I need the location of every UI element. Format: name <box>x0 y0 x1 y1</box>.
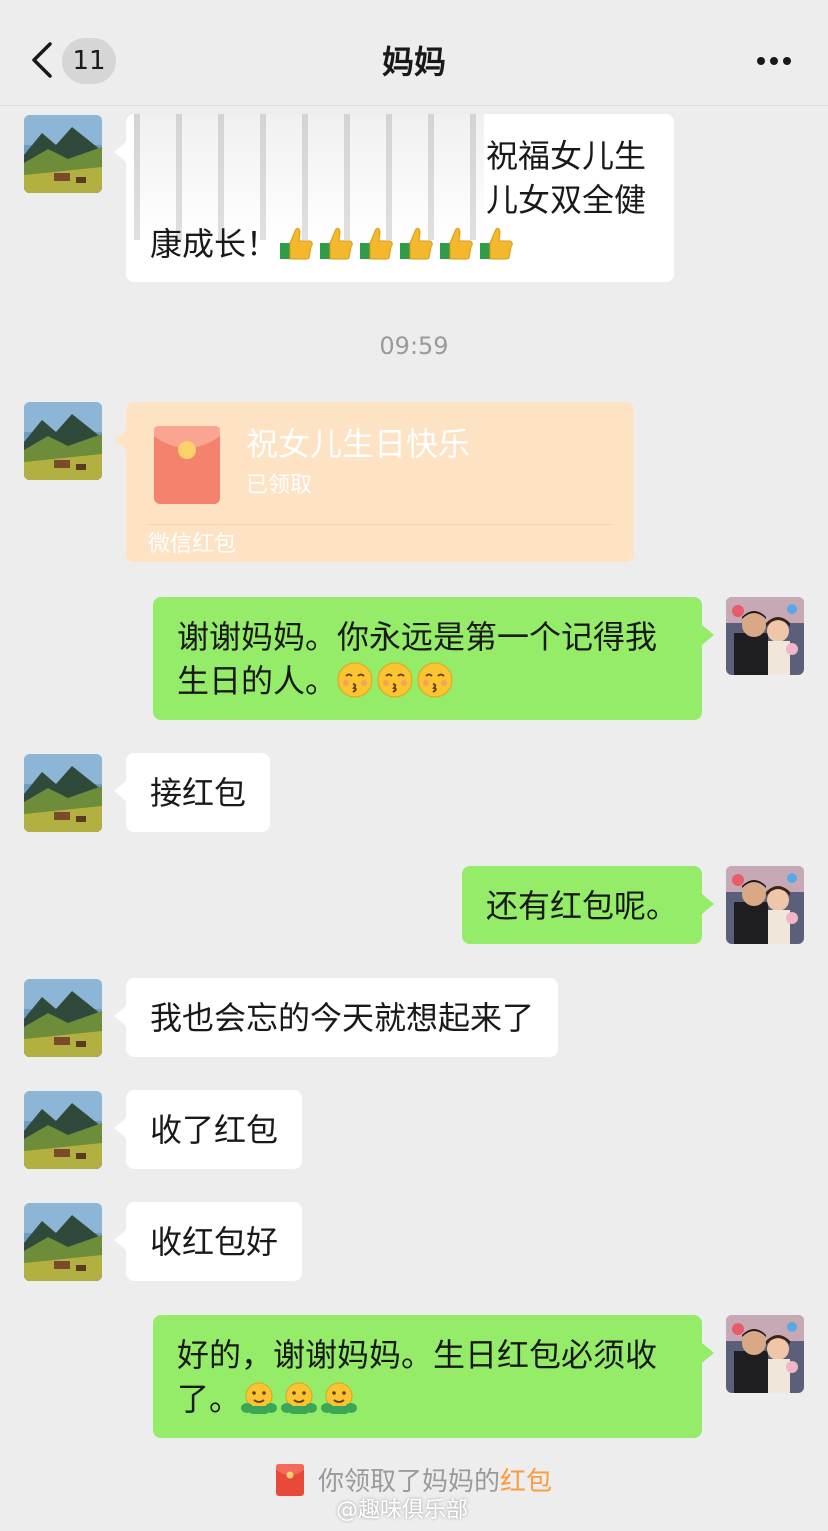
avatar-mom[interactable] <box>24 115 102 193</box>
message-text: 了。 <box>177 1380 242 1418</box>
message-bubble-me-2[interactable]: 还有红包呢。 <box>461 866 715 944</box>
message-text-line: 了。 <box>177 1377 678 1421</box>
avatar-me[interactable] <box>726 1315 804 1393</box>
message-text: 我也会忘的今天就想起来了 <box>150 999 535 1037</box>
message-bubble-me-1[interactable]: 谢谢妈妈。你永远是第一个记得我 生日的人。 <box>153 597 714 720</box>
chat-title: 妈妈 <box>381 43 446 81</box>
watermark: @趣味俱乐部 <box>336 1496 468 1526</box>
message-text-line: 好的，谢谢妈妈。生日红包必须收 <box>177 1336 658 1374</box>
message-bubble-mom-4[interactable]: 收了红包 <box>113 1090 303 1169</box>
mom-avatar-image <box>24 754 102 832</box>
red-packet-link[interactable]: 红包 <box>500 1467 552 1497</box>
system-notice-text: 你领取了妈妈的 <box>317 1467 500 1497</box>
mom-avatar-image <box>24 1091 102 1169</box>
mom-avatar-image <box>24 115 102 193</box>
message-text-line: 祝福女儿生 <box>486 137 647 175</box>
message-text: 接红包 <box>150 774 247 812</box>
message-bubble-mom-1[interactable]: 祝福女儿生 儿女双全健 康成长！ <box>114 114 674 282</box>
chat-header: 11 妈妈 <box>0 0 828 106</box>
red-envelope-icon <box>275 1464 304 1496</box>
message-text-line: 谢谢妈妈。你永远是第一个记得我 <box>177 618 658 656</box>
hug-face-icon <box>241 1380 277 1416</box>
weibo-watermark-text: @趣味俱乐部 <box>336 1498 469 1523</box>
message-text: 康成长！ <box>150 225 279 263</box>
avatar-me[interactable] <box>726 866 804 944</box>
kissing-face-icon <box>417 662 453 698</box>
hug-face-icon <box>321 1380 357 1416</box>
message-bubble-mom-2[interactable]: 接红包 <box>113 753 271 832</box>
message-text: 收红包好 <box>150 1223 279 1261</box>
timestamp: 09:59 <box>379 332 449 360</box>
red-packet-footer: 微信红包 <box>148 532 237 557</box>
message-bubble-mom-3[interactable]: 我也会忘的今天就想起来了 <box>113 978 559 1057</box>
red-envelope-icon <box>154 426 220 504</box>
avatar-mom[interactable] <box>24 754 102 832</box>
avatar-me[interactable] <box>726 597 804 675</box>
hug-face-icon <box>281 1380 317 1416</box>
my-avatar-image <box>726 866 804 944</box>
thumbs-up-icon <box>358 225 394 261</box>
message-text-line: 儿女双全健 <box>486 181 647 219</box>
red-packet-card[interactable]: 祝女儿生日快乐 已领取 微信红包 <box>114 402 634 562</box>
message-text: 还有红包呢。 <box>485 887 678 925</box>
avatar-mom[interactable] <box>24 402 102 480</box>
my-avatar-image <box>726 597 804 675</box>
message-text-line: 生日的人。 <box>177 659 678 703</box>
message-text: 生日的人。 <box>177 662 338 700</box>
message-text-line: 康成长！ <box>150 222 518 266</box>
message-text: 收了红包 <box>150 1111 279 1149</box>
thumbs-up-icon <box>438 225 474 261</box>
my-avatar-image <box>726 1315 804 1393</box>
thumbs-up-icon <box>278 225 314 261</box>
more-options-icon[interactable] <box>756 56 792 66</box>
avatar-mom[interactable] <box>24 1203 102 1281</box>
mom-avatar-image <box>24 402 102 480</box>
kissing-face-icon <box>377 662 413 698</box>
avatar-mom[interactable] <box>24 1091 102 1169</box>
message-bubble-mom-5[interactable]: 收红包好 <box>113 1202 303 1281</box>
avatar-mom[interactable] <box>24 979 102 1057</box>
kissing-face-icon <box>337 662 373 698</box>
red-packet-status: 已领取 <box>246 473 313 498</box>
thumbs-up-icon <box>398 225 434 261</box>
thumbs-up-icon <box>478 225 514 261</box>
red-packet-divider <box>148 524 612 525</box>
message-bubble-me-3[interactable]: 好的，谢谢妈妈。生日红包必须收 了。 <box>153 1315 714 1438</box>
thumbs-up-icon <box>318 225 354 261</box>
mom-avatar-image <box>24 979 102 1057</box>
red-packet-title: 祝女儿生日快乐 <box>246 425 471 463</box>
mom-avatar-image <box>24 1203 102 1281</box>
